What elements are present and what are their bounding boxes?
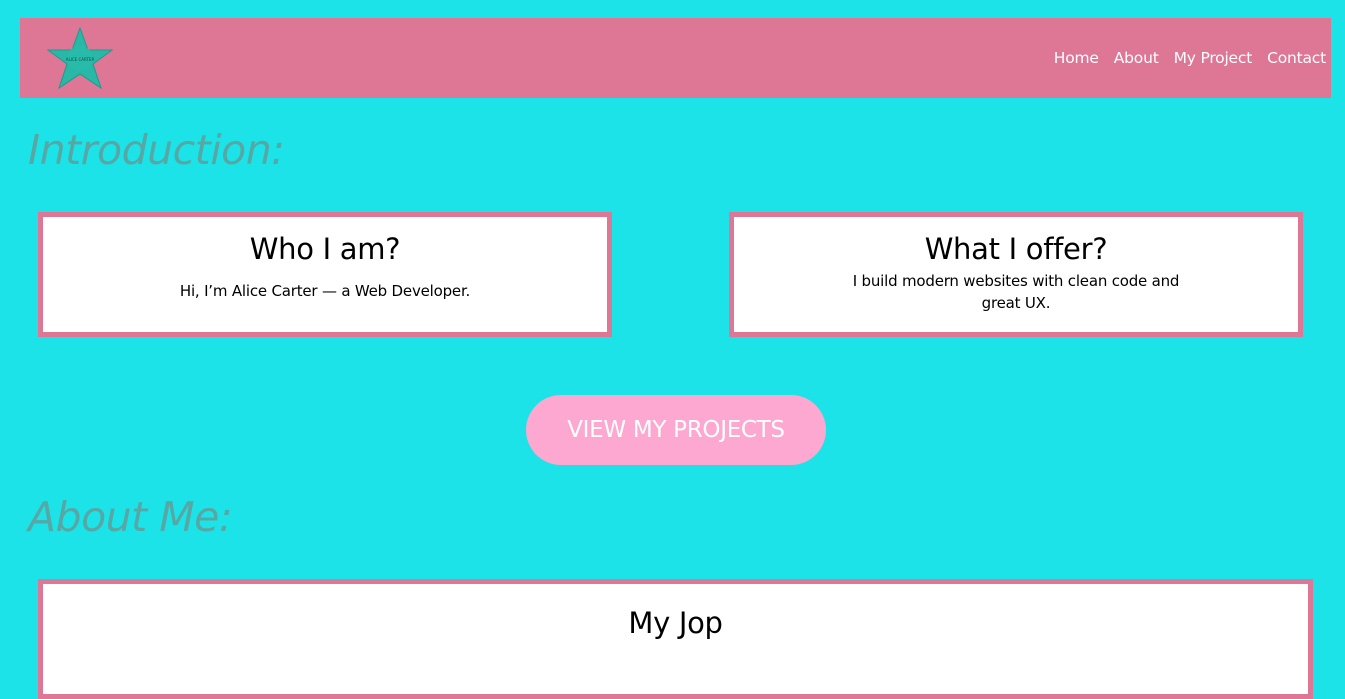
- about-me-heading: About Me:: [28, 493, 233, 541]
- nav-link-contact[interactable]: Contact: [1267, 49, 1326, 67]
- what-i-offer-title: What I offer?: [924, 232, 1108, 266]
- introduction-heading: Introduction:: [28, 126, 285, 174]
- who-i-am-card: Who I am? Hi, I’m Alice Carter — a Web D…: [38, 212, 612, 337]
- view-my-projects-button[interactable]: VIEW MY PROJECTS: [526, 395, 826, 465]
- nav-link-my-project[interactable]: My Project: [1174, 49, 1253, 67]
- star-logo-icon[interactable]: ALICE CARTER: [45, 26, 115, 92]
- what-i-offer-text: I build modern websites with clean code …: [852, 272, 1180, 312]
- who-i-am-title: Who I am?: [249, 232, 401, 266]
- nav-links: Home About My Project Contact: [1054, 18, 1331, 98]
- nav-link-about[interactable]: About: [1114, 49, 1159, 67]
- navbar: ALICE CARTER Home About My Project Conta…: [20, 18, 1331, 98]
- my-job-title: My Jop: [628, 606, 723, 640]
- who-i-am-text: Hi, I’m Alice Carter — a Web Developer.: [179, 282, 471, 300]
- logo-text: ALICE CARTER: [66, 57, 95, 62]
- nav-link-home[interactable]: Home: [1054, 49, 1099, 67]
- my-job-card: My Jop: [38, 579, 1313, 699]
- what-i-offer-card: What I offer? I build modern websites wi…: [729, 212, 1303, 337]
